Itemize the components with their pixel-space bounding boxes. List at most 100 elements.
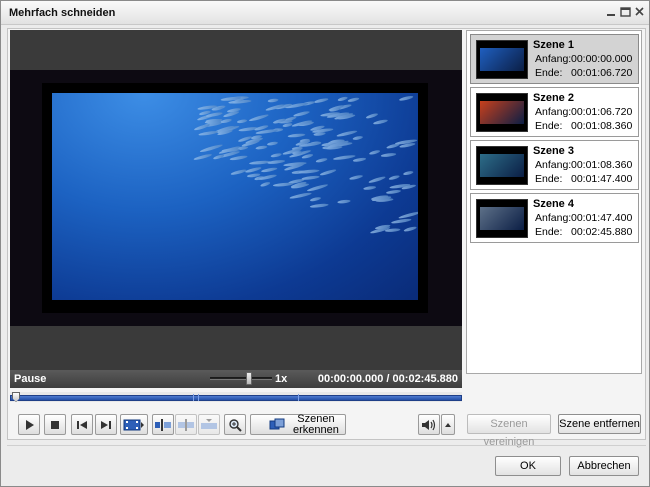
cancel-button[interactable]: Abbrechen <box>569 456 639 476</box>
video-preview[interactable] <box>10 30 462 370</box>
play-icon <box>26 419 34 430</box>
zoom-button[interactable] <box>224 414 246 435</box>
maximize-icon[interactable] <box>619 5 632 19</box>
zoom-icon <box>229 418 242 432</box>
fish-shape <box>403 171 414 176</box>
video-frame <box>42 83 428 313</box>
merge-scenes-button[interactable]: Szenen vereinigen <box>467 414 551 448</box>
scene-start-label: Anfang: <box>535 106 572 118</box>
minimize-icon[interactable] <box>605 5 618 19</box>
fish-shape <box>315 158 328 163</box>
scene-thumbnail-image <box>480 48 524 71</box>
fish-shape <box>298 169 320 174</box>
scene-item[interactable]: Szene 2 Anfang: 00:01:06.720 Ende: 00:01:08.… <box>470 87 639 137</box>
scene-end-label: Ende: <box>535 173 563 185</box>
stop-icon <box>51 420 59 429</box>
player-status-bar: Pause 1x 00:00:00.000 / 00:02:45.880 <box>10 370 462 388</box>
fish-shape <box>236 119 248 124</box>
scene-end-time: 00:01:47.400 <box>571 173 633 185</box>
fish-shape <box>310 197 321 202</box>
scene-start-time: 00:01:47.400 <box>571 212 633 224</box>
fish-shape <box>314 98 329 103</box>
scene-name: Szene 4 <box>533 198 574 210</box>
scene-end-time: 00:01:08.360 <box>571 120 633 132</box>
set-split-icon <box>178 418 194 431</box>
fish-shape <box>347 97 360 102</box>
time-display: 00:00:00.000 / 00:02:45.880 <box>318 373 458 385</box>
volume-arrow-icon <box>445 422 451 427</box>
scene-end-label: Ende: <box>535 120 563 132</box>
footer-separator <box>7 445 646 446</box>
volume-icon <box>422 419 436 430</box>
fish-shape <box>333 155 356 160</box>
scene-name: Szene 3 <box>533 145 574 157</box>
fish-shape <box>194 124 210 131</box>
ok-button[interactable]: OK <box>495 456 561 476</box>
next-button[interactable] <box>95 414 117 435</box>
scene-end-time: 00:02:45.880 <box>571 226 633 238</box>
film-icon <box>123 419 144 430</box>
fish-shape <box>352 136 363 140</box>
speed-value: 1x <box>275 373 288 385</box>
scene-end-label: Ende: <box>535 226 563 238</box>
fish-shape <box>307 184 328 192</box>
detect-scenes-label-line1: Szenen <box>297 412 335 425</box>
scene-item[interactable]: Szene 1 Anfang: 00:00:00.000 Ende: 00:01:06.… <box>470 34 639 84</box>
scene-end-label: Ende: <box>535 67 563 79</box>
scene-start-label: Anfang: <box>535 212 572 224</box>
fish-shape <box>373 119 388 125</box>
fish-shape <box>301 175 320 180</box>
play-button[interactable] <box>18 414 40 435</box>
fish-shape <box>267 160 286 164</box>
dialog-window: Mehrfach schneiden Pause 1x 00:00:00.000… <box>0 0 650 487</box>
scene-item[interactable]: Szene 4 Anfang: 00:01:47.400 Ende: 00:02:45.… <box>470 193 639 243</box>
remove-scene-button[interactable]: Szene entfernen <box>558 414 641 434</box>
set-start-button[interactable] <box>152 414 174 435</box>
speed-slider-thumb[interactable] <box>246 372 252 385</box>
volume-dropdown-button[interactable] <box>441 414 455 435</box>
fish-shape <box>272 182 294 187</box>
fish-shape <box>198 131 219 136</box>
set-split-button[interactable] <box>175 414 197 435</box>
previous-button[interactable] <box>71 414 93 435</box>
scene-item[interactable]: Szene 3 Anfang: 00:01:08.360 Ende: 00:01:47.… <box>470 140 639 190</box>
fish-shape <box>230 169 247 175</box>
scene-marker <box>198 394 199 401</box>
set-end-button[interactable] <box>198 414 220 435</box>
fish-shape <box>255 145 268 150</box>
timeline-bar[interactable] <box>10 395 462 401</box>
next-icon <box>101 420 111 429</box>
playback-status: Pause <box>14 373 47 385</box>
fish-shape <box>245 167 262 173</box>
stop-button[interactable] <box>44 414 66 435</box>
fish-shape <box>320 169 337 176</box>
fish-shape <box>267 141 278 146</box>
fish-shape <box>289 192 312 199</box>
set-start-icon <box>155 418 171 431</box>
detect-scenes-button[interactable]: Szenen erkennen <box>250 412 346 436</box>
fish-shape <box>369 150 381 155</box>
time-separator: / <box>386 373 390 385</box>
timeline[interactable] <box>10 392 462 402</box>
volume-button[interactable] <box>418 414 440 435</box>
scene-name: Szene 2 <box>533 92 574 104</box>
fish-shape <box>336 130 358 137</box>
detect-scenes-label-line2: erkennen <box>293 423 339 436</box>
fish-shape <box>293 111 310 117</box>
scene-thumbnail <box>476 93 528 132</box>
fish-shape <box>287 133 306 138</box>
scene-thumbnail <box>476 40 528 79</box>
fish-shape <box>261 167 278 173</box>
fish-shape <box>388 175 400 180</box>
fish-shape <box>248 114 269 122</box>
fish-shape <box>267 98 279 103</box>
close-icon[interactable] <box>633 5 646 19</box>
film-button[interactable] <box>120 414 148 435</box>
fish-shape <box>398 211 418 219</box>
scene-start-label: Anfang: <box>535 159 572 171</box>
title-bar: Mehrfach schneiden <box>1 1 649 25</box>
speed-slider-track[interactable] <box>210 377 272 380</box>
fish-shape <box>366 113 378 119</box>
window-title: Mehrfach schneiden <box>9 7 116 19</box>
fish-shape <box>349 175 363 180</box>
